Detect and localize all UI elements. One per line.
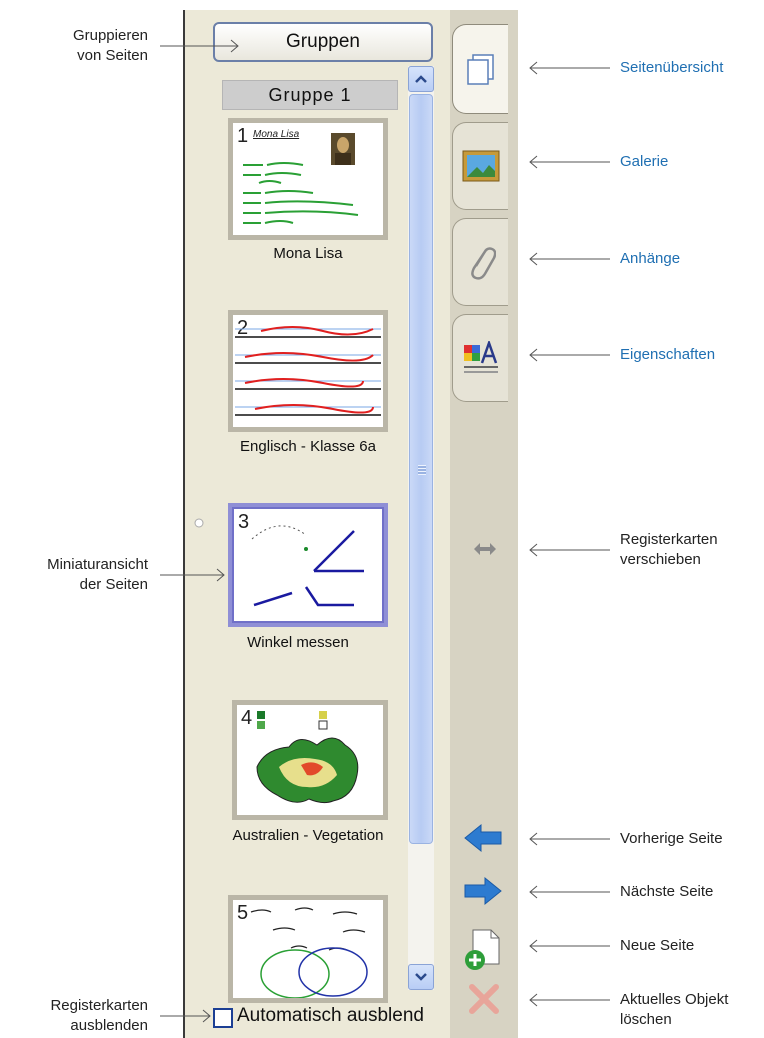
thumbnail-preview: 1 Mona Lisa [233, 123, 383, 235]
annotation-prev-page: Vorherige Seite [620, 830, 723, 847]
move-tabs-icon[interactable] [472, 541, 498, 557]
next-page-icon[interactable] [463, 876, 503, 906]
page-scrollbar[interactable] [408, 66, 434, 990]
group-header[interactable]: Gruppe 1 [222, 80, 398, 110]
australia-map-drawing [256, 711, 359, 804]
annotation-page-sorter: Seitenübersicht [620, 59, 724, 76]
lined-writing-drawing [235, 326, 381, 416]
page-thumbnail[interactable]: 1 Mona Lisa [228, 118, 388, 240]
handwritten-notes-drawing [243, 133, 359, 224]
page-thumbnail[interactable]: 4 [232, 700, 388, 820]
previous-page-icon[interactable] [463, 823, 503, 853]
drag-indicator-icon [194, 518, 204, 528]
thumbnail-label: Winkel messen [247, 634, 349, 651]
tab-page-sorter[interactable] [452, 24, 508, 114]
new-page-icon[interactable] [463, 928, 501, 972]
groups-button[interactable]: Gruppen [213, 22, 433, 62]
page-thumbnail[interactable]: 2 [228, 310, 388, 432]
thumbnail-preview: 5 [233, 900, 383, 998]
annotation-next-page: Nächste Seite [620, 883, 714, 900]
pages-icon [466, 54, 494, 85]
annotation-group-pages: Gruppieren von Seiten [72, 27, 148, 64]
properties-icon [463, 341, 498, 373]
page-thumbnail-selected[interactable]: 3 [228, 503, 388, 627]
thumbnail-preview: 3 [232, 507, 384, 623]
annotation-gallery: Galerie [620, 153, 669, 170]
picture-icon [462, 150, 499, 182]
chevron-down-icon [415, 973, 427, 981]
thumbnail-preview: 2 [233, 315, 383, 427]
thumbnail-preview: 4 [237, 705, 383, 815]
autohide-label: Automatisch ausblend [237, 1005, 424, 1026]
annotation-attachments: Anhänge [620, 250, 681, 267]
panel-border [183, 10, 185, 1038]
annotation-properties: Eigenschaften [620, 346, 716, 363]
scroll-thumb[interactable] [409, 94, 433, 844]
thumbnail-label: Englisch - Klasse 6a [240, 438, 376, 455]
autohide-checkbox[interactable] [213, 1008, 233, 1028]
annotation-new-page: Neue Seite [620, 937, 695, 954]
annotation-delete-object: Aktuelles Objekt löschen [620, 991, 729, 1028]
tab-gallery[interactable] [452, 122, 508, 210]
chevron-up-icon [415, 75, 427, 83]
thumbnail-label: Mona Lisa [273, 245, 343, 262]
page-thumbnail[interactable]: 5 [228, 895, 388, 1003]
scroll-grip [418, 465, 426, 475]
annotation-hide-tabs: Registerkarten ausblenden [50, 997, 148, 1034]
angle-drawing [251, 525, 364, 607]
thumbnail-label: Australien - Vegetation [232, 827, 384, 844]
tab-properties[interactable] [452, 314, 508, 402]
venn-diagram-drawing [250, 907, 368, 998]
annotation-thumbnails: Miniaturansicht der Seiten [47, 556, 148, 593]
annotation-move-tabs: Registerkarten verschieben [620, 531, 718, 568]
scroll-up-button[interactable] [408, 66, 434, 92]
delete-icon[interactable] [468, 983, 500, 1015]
scroll-down-button[interactable] [408, 964, 434, 990]
tab-attachments[interactable] [452, 218, 508, 306]
paperclip-icon [470, 247, 496, 280]
